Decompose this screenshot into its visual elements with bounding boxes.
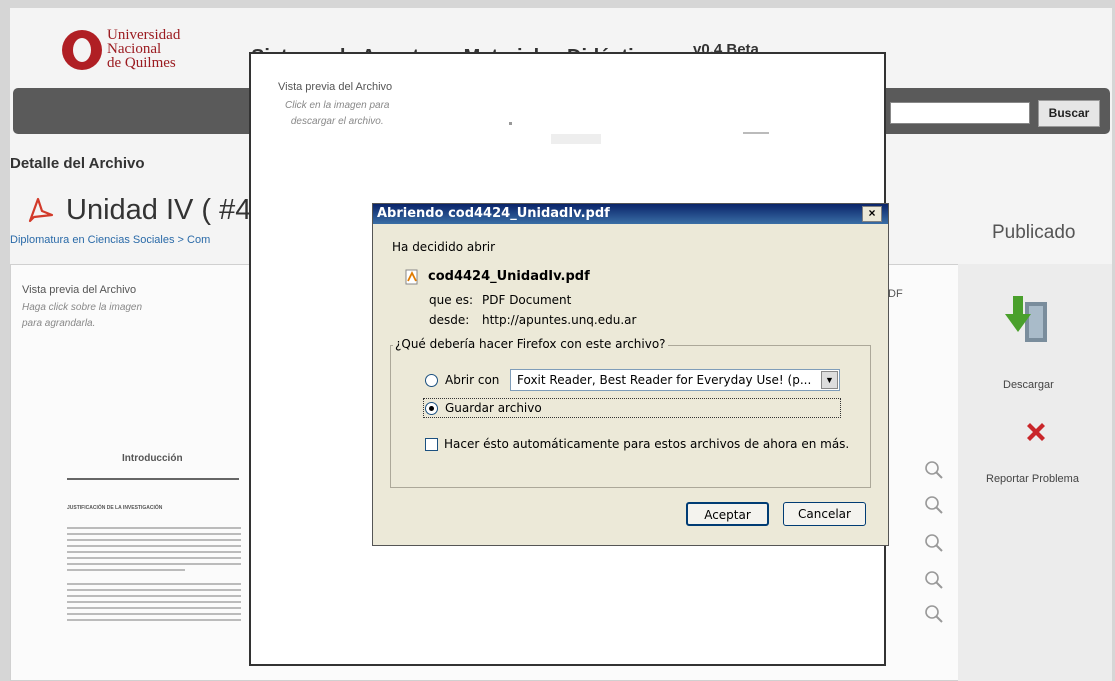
logo-line-2: Nacional [107, 41, 162, 57]
preview-faint-line [743, 132, 769, 134]
pdf-icon [28, 197, 54, 223]
cancel-button[interactable]: Cancelar [783, 502, 866, 526]
magnifier-icon[interactable] [924, 570, 944, 590]
logo-line-3: de Quilmes [107, 55, 176, 71]
file-title: Unidad IV ( #44 [66, 194, 268, 226]
close-button[interactable]: × [862, 206, 882, 222]
search-button[interactable]: Buscar [1038, 100, 1100, 127]
firefox-open-dialog: Abriendo cod4424_UnidadIv.pdf × Ha decid… [372, 203, 889, 546]
auto-action-checkbox[interactable] [425, 438, 438, 451]
pdf-file-icon [405, 269, 418, 285]
breadcrumb[interactable]: Diplomatura en Ciencias Sociales > Com [10, 234, 210, 246]
accept-button[interactable]: Aceptar [686, 502, 769, 526]
search-input[interactable] [890, 102, 1030, 124]
file-source-value: http://apuntes.unq.edu.ar [482, 313, 637, 327]
file-type-value: PDF Document [482, 293, 572, 307]
dialog-filename: cod4424_UnidadIv.pdf [428, 269, 590, 284]
file-type-label: que es: [429, 293, 474, 307]
magnifier-icon[interactable] [924, 604, 944, 624]
preview-modal-title: Vista previa del Archivo [278, 81, 393, 93]
application-select-value: Foxit Reader, Best Reader for Everyday U… [517, 373, 812, 387]
logo-line-1: Universidad [107, 27, 181, 43]
magnifier-icon[interactable] [924, 460, 944, 480]
university-logo-text: Universidad Nacional de Quilmes [107, 27, 181, 71]
doc-text-lines [67, 527, 241, 621]
preview-label: Vista previa del Archivo [22, 284, 137, 296]
dialog-intro: Ha decidido abrir [392, 240, 496, 254]
report-problem-icon[interactable] [1024, 420, 1048, 444]
file-source-label: desde: [429, 313, 470, 327]
dialog-title: Abriendo cod4424_UnidadIv.pdf [377, 206, 610, 221]
preview-modal-hint: Click en la imagen para descargar el arc… [285, 98, 390, 130]
preview-modal-hint-line-2: descargar el archivo. [290, 116, 384, 127]
chevron-down-icon[interactable]: ▼ [821, 371, 838, 389]
document-thumbnail[interactable]: Introducción JUSTIFICACIÓN DE LA INVESTI… [65, 338, 245, 638]
preview-hint: Haga click sobre la imagen para agrandar… [22, 300, 142, 332]
save-file-radio[interactable] [425, 402, 438, 415]
preview-hint-line-2: para agrandarla. [22, 318, 96, 329]
section-heading: Detalle del Archivo [10, 155, 145, 172]
preview-faint-dot [509, 122, 512, 125]
pdf-type-fragment: DF [888, 288, 903, 300]
action-question: ¿Qué debería hacer Firefox con este arch… [393, 337, 668, 351]
open-with-radio[interactable] [425, 374, 438, 387]
application-select[interactable]: Foxit Reader, Best Reader for Everyday U… [510, 369, 840, 391]
report-problem-label[interactable]: Reportar Problema [986, 473, 1079, 485]
auto-action-label[interactable]: Hacer ésto automáticamente para estos ar… [444, 437, 849, 451]
open-with-label[interactable]: Abrir con [445, 373, 499, 387]
download-label[interactable]: Descargar [1003, 379, 1054, 391]
university-logo-icon[interactable] [62, 30, 102, 70]
magnifier-icon[interactable] [924, 533, 944, 553]
preview-faint-mark [551, 134, 601, 144]
download-icon[interactable] [1005, 292, 1051, 348]
preview-modal-hint-line-1: Click en la imagen para [285, 100, 390, 111]
status-label: Publicado [992, 222, 1076, 243]
save-file-label[interactable]: Guardar archivo [445, 401, 542, 415]
magnifier-icon[interactable] [924, 495, 944, 515]
preview-hint-line-1: Haga click sobre la imagen [22, 302, 143, 313]
